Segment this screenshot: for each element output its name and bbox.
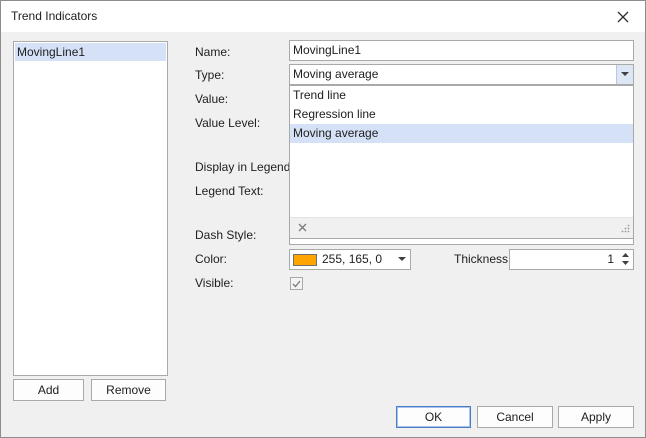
visible-label: Visible: — [195, 276, 234, 290]
list-item[interactable]: MovingLine1 — [15, 43, 166, 61]
apply-button[interactable]: Apply — [558, 406, 634, 428]
type-label: Type: — [195, 68, 225, 82]
type-dropdown-list: Trend line Regression line Moving averag… — [289, 85, 634, 239]
close-button[interactable] — [601, 1, 645, 32]
close-icon — [617, 11, 629, 22]
thickness-value: 1 — [607, 252, 614, 266]
remove-button[interactable]: Remove — [91, 379, 166, 401]
dropdown-footer — [290, 217, 633, 238]
type-dropdown-button[interactable] — [616, 65, 633, 84]
type-combobox[interactable]: Moving average — [289, 64, 634, 85]
thickness-spinner[interactable]: 1 — [509, 249, 634, 270]
legend-text-label: Legend Text: — [195, 184, 264, 198]
color-picker[interactable]: 255, 165, 0 — [289, 249, 411, 270]
add-button[interactable]: Add — [13, 379, 84, 401]
name-input-value: MovingLine1 — [293, 43, 362, 57]
color-swatch — [293, 253, 317, 266]
clear-icon[interactable] — [298, 223, 307, 232]
indicator-list[interactable]: MovingLine1 — [13, 41, 168, 376]
color-label: Color: — [195, 252, 228, 266]
spin-buttons[interactable] — [619, 250, 633, 269]
checkmark-icon — [292, 280, 301, 287]
display-in-legend-label: Display in Legend: — [195, 160, 294, 174]
ok-button[interactable]: OK — [396, 406, 471, 428]
spin-down-icon[interactable] — [622, 261, 629, 265]
dropdown-option-regression-line[interactable]: Regression line — [290, 105, 633, 124]
chevron-down-icon — [398, 257, 406, 261]
title-bar: Trend Indicators — [1, 1, 645, 32]
dash-style-label: Dash Style: — [195, 228, 257, 242]
dropdown-option-trend-line[interactable]: Trend line — [290, 86, 633, 105]
name-label: Name: — [195, 45, 231, 59]
dropdown-option-moving-average[interactable]: Moving average — [290, 124, 633, 143]
trend-indicators-dialog: Trend Indicators MovingLine1 Add Remove … — [0, 0, 646, 438]
value-label: Value: — [195, 92, 229, 106]
name-input[interactable]: MovingLine1 — [289, 40, 634, 61]
type-combobox-value: Moving average — [293, 67, 379, 81]
window-title: Trend Indicators — [11, 9, 98, 23]
color-value: 255, 165, 0 — [322, 252, 383, 266]
spin-up-icon[interactable] — [622, 253, 629, 257]
value-level-label: Value Level: — [195, 116, 261, 130]
color-dropdown-button[interactable] — [394, 250, 410, 269]
visible-checkbox[interactable] — [290, 277, 303, 290]
chevron-down-icon — [621, 72, 629, 76]
cancel-button[interactable]: Cancel — [477, 406, 553, 428]
thickness-label: Thickness: — [454, 252, 512, 266]
resize-grip-icon[interactable] — [620, 223, 630, 233]
